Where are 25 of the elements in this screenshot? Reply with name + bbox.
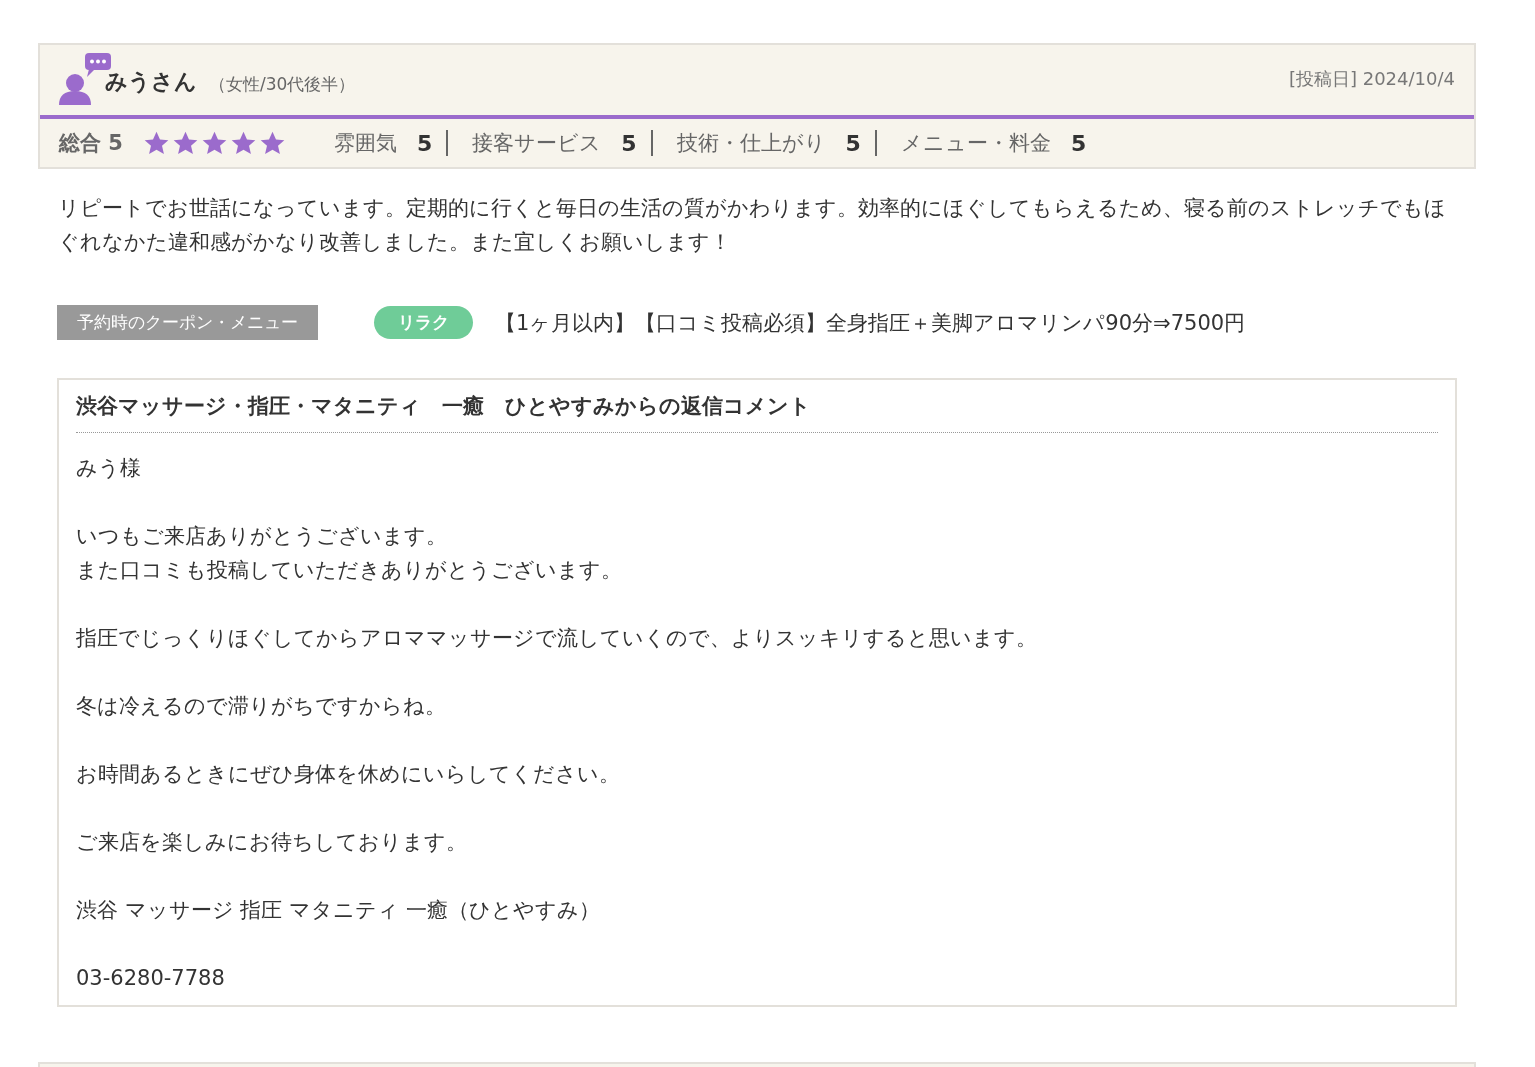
reply-paragraph: 指圧でじっくりほぐしてからアロママッサージで流していくので、よりスッキリすると思います。 <box>76 625 1038 652</box>
coupon-name: 【1ヶ月以内】【口コミ投稿必須】全身指圧＋美脚アロマリンパ90分⇒7500円 <box>495 309 1246 337</box>
rating-score: 5 <box>416 130 433 156</box>
rating-score: 5 <box>845 130 861 156</box>
rating-label: メニュー・料金 <box>900 130 1051 157</box>
reply-paragraph: みう様 <box>76 455 142 482</box>
post-date: [投稿日] 2024/10/4 <box>1288 67 1455 91</box>
rating-label: 接客サービス <box>472 130 602 157</box>
reply-paragraph: 渋谷 マッサージ 指圧 マタニティ 一癒（ひとやすみ） <box>76 897 601 924</box>
reply-paragraph: 03-6280-7788 <box>76 965 226 992</box>
rating-label: 技術・仕上がり <box>676 130 826 157</box>
rating-label: 雰囲気 <box>333 130 397 157</box>
reply-paragraph: ご来店を楽しみにお待ちしております。 <box>76 829 468 856</box>
reply-paragraph: お時間あるときにぜひ身体を休めにいらしてください。 <box>76 761 621 788</box>
overall-score: 総合 5 <box>59 130 123 157</box>
review-text: リピートでお世話になっています。定期的に行くと毎日の生活の質がかわります。効率的にほぐしてもらえるため、寝る前のストレッチでもほぐれなかた違和感がかなり改善しました。また宜しくお願いします！ <box>58 195 1447 256</box>
reply-paragraph: 冬は冷えるので滞りがちですからね。 <box>76 693 447 720</box>
reply-title: 渋谷マッサージ・指圧・マタニティ 一癒 ひとやすみからの返信コメント <box>76 390 1438 433</box>
reply-paragraph: いつもご来店ありがとうございます。 また口コミも投稿していただきありがとうございます。 <box>76 523 623 584</box>
reviewer-name: みうさん <box>105 68 197 96</box>
coupon-label: 予約時のクーポン・メニュー <box>57 305 318 340</box>
reviewer-profile: （女性/30代後半） <box>209 73 356 96</box>
rating-score: 5 <box>1070 130 1087 156</box>
category-badge: リラク <box>374 306 473 339</box>
rating-score: 5 <box>621 130 637 156</box>
